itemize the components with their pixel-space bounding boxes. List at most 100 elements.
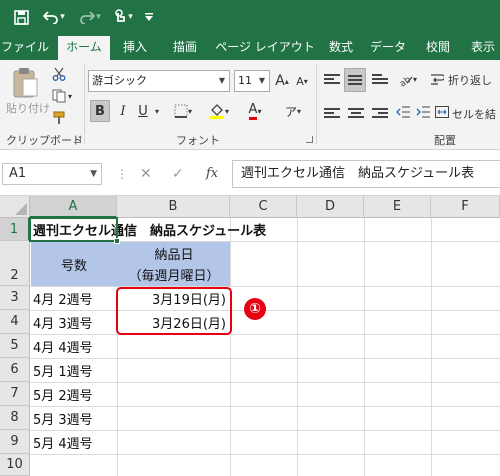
row-header-6[interactable]: 6 (0, 358, 30, 382)
tab-view[interactable]: 表示 (466, 34, 500, 60)
tab-draw[interactable]: 描画 (164, 34, 206, 60)
font-size-value: 11 (238, 74, 252, 87)
merge-cells-label[interactable]: セルを結 (452, 106, 496, 122)
formula-bar: A1 ▼ ⋮ ✕ ✓ fx 週刊エクセル通信 納品スケジュール表 (0, 150, 500, 196)
decrease-indent-icon[interactable] (394, 102, 412, 122)
gridline (297, 218, 298, 476)
paste-button[interactable] (8, 66, 42, 100)
tab-home[interactable]: ホーム (58, 36, 110, 60)
phonetic-label: ア (284, 104, 297, 119)
underline-button[interactable]: U (134, 100, 152, 122)
cell-a9[interactable]: 5月 4週号 (33, 430, 93, 454)
grow-font-button[interactable]: A ▴ (274, 70, 290, 92)
wrap-text-icon[interactable] (428, 68, 446, 90)
formula-bar-grip-icon[interactable]: ⋮ (116, 163, 128, 185)
font-color-button[interactable]: A ▾ (240, 100, 270, 122)
gridline (30, 334, 500, 335)
tab-insert[interactable]: 挿入 (114, 34, 156, 60)
row-header-9[interactable]: 9 (0, 430, 30, 454)
gridline (30, 406, 500, 407)
orientation-icon[interactable]: ab ▾ (392, 68, 422, 90)
row-header-4[interactable]: 4 (0, 310, 30, 334)
column-header-d[interactable]: D (297, 196, 364, 218)
cancel-icon[interactable]: ✕ (140, 163, 152, 185)
column-header-e[interactable]: E (364, 196, 431, 218)
align-middle-icon[interactable] (344, 68, 366, 92)
cell-a3[interactable]: 4月 2週号 (33, 286, 93, 310)
ribbon-separator (84, 64, 85, 144)
tab-review[interactable]: 校閲 (418, 34, 458, 60)
ribbon: 貼り付け ▾ クリップボード 游ゴシック ▼ 11 ▼ A ▴ A ▾ B I U … (0, 60, 500, 150)
cell-a8[interactable]: 5月 3週号 (33, 406, 93, 430)
borders-button[interactable]: ▾ (170, 100, 196, 122)
format-painter-icon[interactable] (48, 108, 70, 128)
row-header-10[interactable]: 10 (0, 454, 30, 476)
caret-up-icon: ▴ (284, 76, 289, 86)
row-header-7[interactable]: 7 (0, 382, 30, 406)
cell-a4[interactable]: 4月 3週号 (33, 310, 93, 334)
clipboard-launcher-icon[interactable] (74, 136, 81, 143)
fill-color-button[interactable]: ▾ (204, 100, 234, 122)
clipboard-group-label: クリップボード (6, 134, 83, 147)
highlight-box (116, 287, 232, 335)
font-launcher-icon[interactable] (306, 136, 313, 143)
cell-b2-line1[interactable]: 納品日 (118, 243, 230, 263)
active-cell-border (29, 217, 118, 242)
underline-dropdown-icon[interactable]: ▾ (152, 100, 162, 122)
insert-function-icon[interactable]: fx (206, 163, 218, 185)
phonetic-button[interactable]: ア ▾ (278, 100, 308, 122)
merge-cells-icon[interactable] (434, 102, 450, 122)
cell-b2-line2[interactable]: （毎週月曜日） (118, 264, 230, 284)
cell-a5[interactable]: 4月 4週号 (33, 334, 93, 358)
copy-icon[interactable]: ▾ (48, 86, 76, 106)
row-header-2[interactable]: 2 (0, 241, 30, 286)
gridline (364, 218, 365, 476)
annotation-marker: ① (244, 298, 266, 320)
tab-page-layout[interactable]: ページ レイアウト (214, 34, 316, 60)
font-size-select[interactable]: 11 ▼ (234, 70, 270, 92)
cell-a7[interactable]: 5月 2週号 (33, 382, 93, 406)
row-header-5[interactable]: 5 (0, 334, 30, 358)
column-header-b[interactable]: B (117, 196, 230, 218)
touch-mode-icon[interactable]: ▾ (110, 6, 136, 28)
row-header-3[interactable]: 3 (0, 286, 30, 310)
chevron-down-icon: ▼ (258, 76, 266, 85)
tab-file[interactable]: ファイル (0, 34, 50, 60)
shrink-font-button[interactable]: A ▾ (294, 70, 310, 92)
name-box[interactable]: A1 ▼ (2, 163, 102, 185)
svg-text:ab: ab (398, 75, 413, 87)
increase-indent-icon[interactable] (414, 102, 432, 122)
align-bottom-icon[interactable] (372, 72, 388, 86)
row-header-1[interactable]: 1 (0, 218, 30, 241)
fill-handle[interactable] (114, 238, 120, 244)
formula-input[interactable]: 週刊エクセル通信 納品スケジュール表 (232, 160, 500, 188)
font-name-select[interactable]: 游ゴシック ▼ (88, 70, 230, 92)
tab-data[interactable]: データ (366, 34, 410, 60)
caret-down-icon: ▾ (303, 76, 308, 86)
column-header-f[interactable]: F (431, 196, 500, 218)
align-top-icon[interactable] (324, 72, 340, 86)
column-header-c[interactable]: C (230, 196, 297, 218)
cell-a6[interactable]: 5月 1週号 (33, 358, 93, 382)
redo-icon[interactable]: ▾ (76, 6, 104, 28)
bold-button[interactable]: B (90, 100, 110, 122)
customize-icon[interactable] (142, 6, 156, 28)
cell-a2[interactable]: 号数 (31, 242, 117, 286)
italic-button[interactable]: I (114, 100, 132, 122)
cut-icon[interactable] (48, 64, 70, 84)
align-right-icon[interactable] (372, 106, 388, 120)
align-left-icon[interactable] (324, 106, 340, 120)
column-header-a[interactable]: A (30, 196, 117, 218)
align-center-icon[interactable] (348, 106, 364, 120)
tab-formulas[interactable]: 数式 (322, 34, 360, 60)
select-all-button[interactable] (0, 196, 30, 218)
gridline (230, 218, 231, 476)
undo-icon[interactable]: ▾ (40, 6, 68, 28)
save-icon[interactable] (10, 6, 32, 28)
shrink-font-label: A (296, 74, 304, 88)
enter-icon[interactable]: ✓ (172, 163, 184, 185)
grow-font-label: A (275, 73, 285, 89)
chevron-down-icon: ▼ (218, 76, 226, 85)
wrap-text-label[interactable]: 折り返し (448, 72, 492, 88)
row-header-8[interactable]: 8 (0, 406, 30, 430)
